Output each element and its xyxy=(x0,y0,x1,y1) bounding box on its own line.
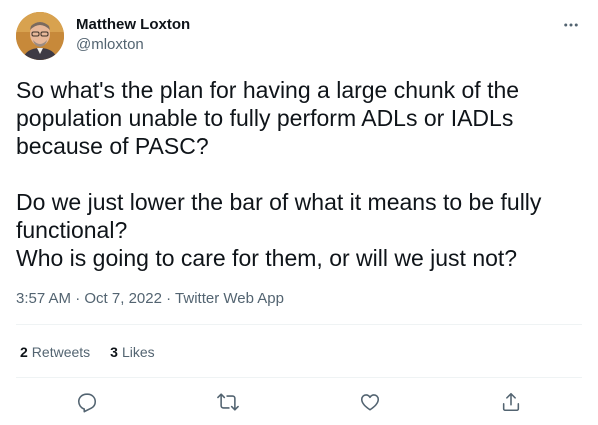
divider xyxy=(16,377,582,378)
tweet: Matthew Loxton @mloxton So what's the pl… xyxy=(0,0,598,425)
author-info: Matthew Loxton @mloxton xyxy=(76,16,190,55)
tweet-text: So what's the plan for having a large ch… xyxy=(16,77,542,271)
tweet-stats: 2 Retweets 3 Likes xyxy=(20,342,175,362)
more-button[interactable] xyxy=(560,16,582,34)
reply-icon xyxy=(77,393,97,413)
divider xyxy=(16,324,582,325)
avatar-image xyxy=(16,12,64,60)
tweet-date[interactable]: Oct 7, 2022 xyxy=(84,290,162,307)
likes-stat[interactable]: 3 Likes xyxy=(110,342,154,362)
like-button[interactable] xyxy=(356,388,384,416)
meta-separator: · xyxy=(75,290,81,307)
action-bar xyxy=(16,388,582,416)
share-button[interactable] xyxy=(497,388,525,416)
likes-label: Likes xyxy=(121,344,155,360)
reply-button[interactable] xyxy=(73,388,101,416)
likes-count: 3 xyxy=(110,344,118,360)
tweet-source[interactable]: Twitter Web App xyxy=(175,290,284,307)
more-horizontal-icon xyxy=(564,23,578,27)
retweets-label: Retweets xyxy=(31,344,91,360)
avatar[interactable] xyxy=(16,12,64,60)
tweet-meta: 3:57 AM · Oct 7, 2022 · Twitter Web App xyxy=(16,289,284,309)
retweet-button[interactable] xyxy=(214,388,242,416)
retweets-count: 2 xyxy=(20,344,28,360)
display-name[interactable]: Matthew Loxton xyxy=(76,16,190,34)
retweets-stat[interactable]: 2 Retweets xyxy=(20,342,90,362)
heart-icon xyxy=(360,394,380,411)
tweet-time[interactable]: 3:57 AM xyxy=(16,290,71,307)
share-icon xyxy=(502,392,520,412)
retweet-icon xyxy=(217,393,239,411)
handle[interactable]: @mloxton xyxy=(76,35,190,55)
meta-separator: · xyxy=(166,290,172,307)
